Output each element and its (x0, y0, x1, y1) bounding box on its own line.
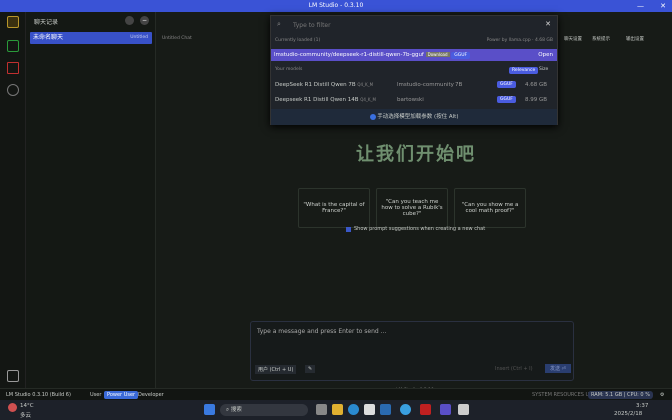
suggestion-card[interactable]: "Can you show me a cool math proof?" (454, 188, 526, 228)
model-name: DeepSeek R1 Distill Qwen 7B (275, 82, 356, 88)
new-chat-button[interactable]: − (140, 16, 149, 25)
chat-title: Untitled Chat (162, 36, 192, 41)
message-input[interactable]: Type a message and press Enter to send .… (257, 328, 386, 335)
resources-readout: RAM: 5.1 GB | CPU: 0 % (588, 391, 653, 399)
model-picker-popup: ⌕ Type to filter ✕ Currently loaded (1) … (270, 15, 558, 125)
output-settings-button[interactable]: 输出设置 (626, 36, 644, 42)
system-prompt-button[interactable]: 系统提示 (592, 36, 610, 42)
sort-size[interactable]: Size (539, 67, 548, 72)
sort-relevance[interactable]: Relevance (509, 67, 539, 74)
taskbar-search[interactable]: ⌕ 搜索 (220, 404, 308, 416)
suggestion-card[interactable]: "Can you teach me how to solve a Rubik's… (376, 188, 448, 228)
app-icon[interactable] (380, 404, 391, 415)
chat-time: Untitled (130, 35, 148, 40)
clock-time: 3:37 (636, 403, 649, 409)
close-window-button[interactable]: ✕ (660, 0, 666, 12)
user-role-button[interactable]: 用户 (Ctrl + U) (255, 365, 297, 374)
chat-sidebar: 聊天记录 − 未命名聊天 Untitled (26, 12, 156, 388)
window-title: LM Studio - 0.3.10 (308, 2, 364, 9)
format-badge: GGUF (451, 52, 471, 59)
close-icon[interactable]: ✕ (545, 20, 551, 28)
show-suggestions-checkbox[interactable] (346, 227, 351, 232)
weather-desc: 多云 (20, 413, 32, 419)
checkbox-icon (369, 113, 376, 120)
manual-params-label: 手动选择模型加载参数 (按住 Alt) (377, 114, 459, 120)
model-name: lmstudio-community/deepseek-r1-distill-q… (274, 52, 424, 58)
send-button[interactable]: 发送 ⏎ (545, 364, 571, 373)
chat-list-item[interactable]: 未命名聊天 Untitled (30, 32, 152, 44)
download-tag: Download (425, 52, 450, 57)
model-quant: Q4_K_M (357, 82, 374, 87)
attach-icon[interactable]: ✎ (305, 365, 316, 373)
model-search-input[interactable]: Type to filter (293, 22, 331, 29)
suggestion-card[interactable]: "What is the capital of France?" (298, 188, 370, 228)
message-composer[interactable]: Type a message and press Enter to send .… (250, 321, 574, 381)
manual-params-toggle[interactable]: 手动选择模型加载参数 (按住 Alt) (271, 109, 557, 125)
insert-button[interactable]: Insert (Ctrl + I) (495, 366, 533, 372)
model-size: 8.99 GB (525, 97, 548, 103)
show-suggestions-label: Show prompt suggestions when creating a … (354, 226, 486, 232)
new-folder-button[interactable] (125, 16, 134, 25)
browser-icon[interactable] (400, 404, 411, 415)
status-bar: LM Studio 0.3.10 (Build 6) User Power Us… (0, 388, 672, 400)
model-name: Deepseek R1 Distill Qwen 14B (275, 97, 359, 103)
model-row[interactable]: Deepseek R1 Distill Qwen 14B Q4_K_M bart… (271, 94, 557, 106)
app-icon[interactable] (458, 404, 469, 415)
format-badge: GGUF (497, 96, 516, 103)
start-icon[interactable] (204, 404, 215, 415)
terminal-icon[interactable] (7, 40, 19, 52)
model-publisher: lmstudio-community (397, 82, 454, 88)
weather-temp: 14°C (20, 403, 34, 409)
taskbar: 14°C 多云 ⌕ 搜索 3:37 2025/2/18 (0, 400, 672, 420)
sidebar-title: 聊天记录 (34, 19, 59, 26)
chat-settings-button[interactable]: 聊天设置 (564, 36, 582, 42)
icon-rail (0, 12, 26, 388)
wps-icon[interactable] (420, 404, 431, 415)
welcome-heading: 让我们开始吧 (356, 144, 476, 165)
search-icon: ⌕ (277, 20, 281, 28)
explorer-icon[interactable] (332, 404, 343, 415)
lmstudio-icon[interactable] (440, 404, 451, 415)
loaded-info: Power by llama.cpp · 4.68 GB (486, 38, 553, 43)
model-row[interactable]: DeepSeek R1 Distill Qwen 7B Q4_K_M lmstu… (271, 79, 557, 91)
search-icon[interactable] (7, 84, 19, 96)
chat-name: 未命名聊天 (33, 34, 64, 41)
search-label: 搜索 (230, 407, 242, 413)
title-bar: LM Studio - 0.3.10 — ✕ (0, 0, 672, 12)
model-params: 7B (455, 82, 463, 88)
mode-power-user[interactable]: Power User (104, 391, 139, 399)
format-badge: GGUF (497, 81, 516, 88)
model-quant: Q4_K_M (360, 97, 376, 102)
clock-date: 2025/2/18 (614, 411, 643, 417)
folder-icon[interactable] (7, 62, 19, 74)
minimize-button[interactable]: — (637, 0, 644, 12)
model-size: 4.68 GB (525, 82, 548, 88)
download-icon[interactable] (7, 370, 19, 382)
model-publisher: bartowski (397, 97, 424, 103)
weather-icon (8, 403, 17, 412)
app-icon[interactable] (316, 404, 327, 415)
highlighted-model[interactable]: lmstudio-community/deepseek-r1-distill-q… (271, 49, 557, 61)
your-models-label: Your models (275, 67, 303, 72)
store-icon[interactable] (364, 404, 375, 415)
chat-icon[interactable] (7, 16, 19, 28)
edge-icon[interactable] (348, 404, 359, 415)
loaded-label: Currently loaded (1) (275, 38, 321, 43)
open-button[interactable]: Open (538, 49, 553, 61)
